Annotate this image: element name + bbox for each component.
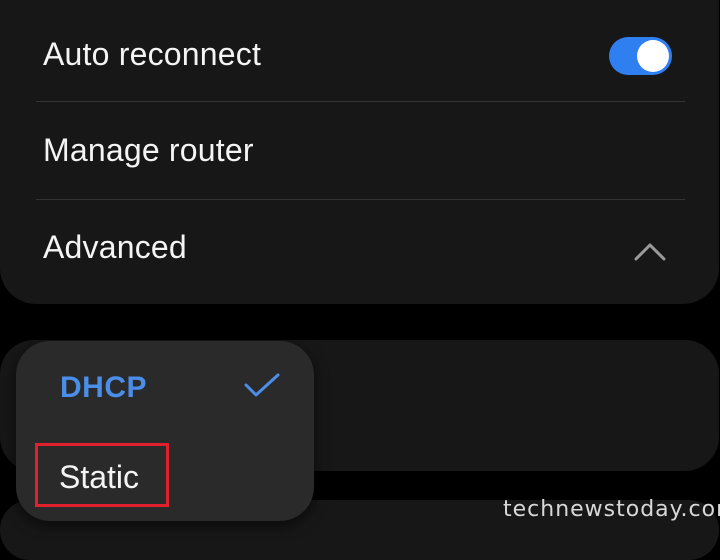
auto-reconnect-label: Auto reconnect xyxy=(43,36,262,72)
advanced-row[interactable]: Advanced xyxy=(0,200,719,298)
dhcp-option[interactable]: DHCP xyxy=(60,371,147,405)
watermark: technewstoday.com xyxy=(503,497,720,522)
advanced-label: Advanced xyxy=(43,229,187,265)
highlight-box xyxy=(35,443,169,507)
auto-reconnect-row[interactable]: Auto reconnect xyxy=(0,4,719,102)
toggle-knob xyxy=(637,40,669,72)
wifi-settings-card: Auto reconnect Manage router Advanced xyxy=(0,0,719,304)
chevron-up-icon[interactable] xyxy=(634,241,666,261)
manage-router-row[interactable]: Manage router xyxy=(0,102,719,200)
manage-router-label: Manage router xyxy=(43,132,254,168)
check-icon xyxy=(244,373,280,397)
auto-reconnect-toggle[interactable] xyxy=(609,37,672,75)
